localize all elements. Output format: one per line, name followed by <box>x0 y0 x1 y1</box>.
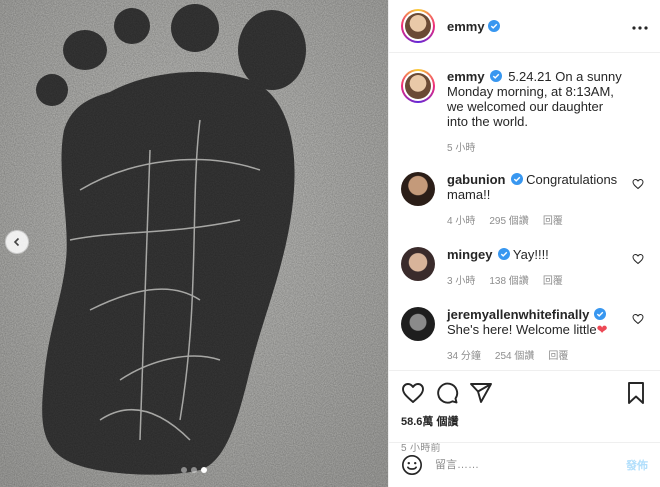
comment-text: She's here! Welcome little <box>447 322 597 337</box>
caption-username[interactable]: emmy <box>447 69 485 84</box>
verified-badge-icon <box>487 20 500 32</box>
comment-item: jeremyallenwhitefinally She's here! Welc… <box>401 307 648 363</box>
caption-age[interactable]: 5 小時 <box>447 141 475 156</box>
comment-username[interactable]: jeremyallenwhitefinally <box>447 307 589 322</box>
share-icon[interactable] <box>469 381 493 405</box>
comment-input[interactable] <box>435 459 626 471</box>
comment-body: mingey Yay!!!! 3 小時 138 個讚 回覆 <box>447 247 648 289</box>
verified-badge-icon <box>489 70 502 82</box>
author-avatar[interactable] <box>401 9 435 43</box>
post-comment-button[interactable]: 發佈 <box>626 457 648 473</box>
comment-age[interactable]: 34 分鐘 <box>447 349 481 363</box>
verified-badge-icon <box>510 173 523 185</box>
commenter-avatar[interactable] <box>401 172 435 206</box>
verified-badge-icon <box>497 248 510 260</box>
red-heart-emoji: ❤ <box>596 322 608 337</box>
reply-button[interactable]: 回覆 <box>543 214 563 229</box>
reply-button[interactable]: 回覆 <box>543 274 563 289</box>
more-options-button[interactable] <box>632 17 648 35</box>
carousel-dot <box>191 467 197 473</box>
chevron-left-icon <box>13 237 20 247</box>
likes-count[interactable]: 58.6萬 個讚 <box>401 413 648 429</box>
baby-footprint-image <box>0 0 388 487</box>
caption-avatar[interactable] <box>401 69 435 103</box>
comment-username[interactable]: gabunion <box>447 172 506 187</box>
comment-body: gabunion Congratulations mama!! 4 小時 295… <box>447 172 648 229</box>
heart-icon[interactable] <box>401 381 425 405</box>
comment-item: mingey Yay!!!! 3 小時 138 個讚 回覆 <box>401 247 648 289</box>
comment-likes[interactable]: 138 個讚 <box>489 274 528 289</box>
instagram-post: emmy emmy 5.24.21 On a sunny Monday morn… <box>0 0 660 487</box>
comment-body: jeremyallenwhitefinally She's here! Welc… <box>447 307 648 363</box>
post-side-panel: emmy emmy 5.24.21 On a sunny Monday morn… <box>388 0 660 487</box>
post-caption: emmy 5.24.21 On a sunny Monday morning, … <box>401 69 648 156</box>
carousel-indicator <box>0 467 388 473</box>
comment-age[interactable]: 3 小時 <box>447 274 475 289</box>
post-image <box>0 0 388 487</box>
carousel-prev-button[interactable] <box>5 230 29 254</box>
comments-list: emmy 5.24.21 On a sunny Monday morning, … <box>389 53 660 363</box>
comment-text: Yay!!!! <box>512 247 549 262</box>
add-comment-bar: 發佈 <box>389 442 660 487</box>
like-comment-heart-icon[interactable] <box>632 313 644 325</box>
like-comment-heart-icon[interactable] <box>632 253 644 265</box>
commenter-avatar[interactable] <box>401 307 435 341</box>
author-username[interactable]: emmy <box>447 19 485 34</box>
like-comment-heart-icon[interactable] <box>632 178 644 190</box>
commenter-avatar[interactable] <box>401 247 435 281</box>
save-icon[interactable] <box>624 381 648 405</box>
post-header: emmy <box>389 0 660 53</box>
comment-likes[interactable]: 254 個讚 <box>495 349 534 363</box>
comment-likes[interactable]: 295 個讚 <box>489 214 528 229</box>
carousel-dot-active <box>201 467 207 473</box>
caption-body: emmy 5.24.21 On a sunny Monday morning, … <box>447 69 648 156</box>
carousel-dot <box>181 467 187 473</box>
comment-username[interactable]: mingey <box>447 247 493 262</box>
action-icons-bar <box>401 375 648 411</box>
comment-item: gabunion Congratulations mama!! 4 小時 295… <box>401 172 648 229</box>
verified-badge-icon <box>594 308 607 320</box>
reply-button[interactable]: 回覆 <box>548 349 568 363</box>
more-icon <box>632 26 648 30</box>
caption-date: 5.24.21 <box>508 69 552 84</box>
comment-age[interactable]: 4 小時 <box>447 214 475 229</box>
emoji-icon[interactable] <box>401 454 423 476</box>
comment-icon[interactable] <box>435 381 459 405</box>
